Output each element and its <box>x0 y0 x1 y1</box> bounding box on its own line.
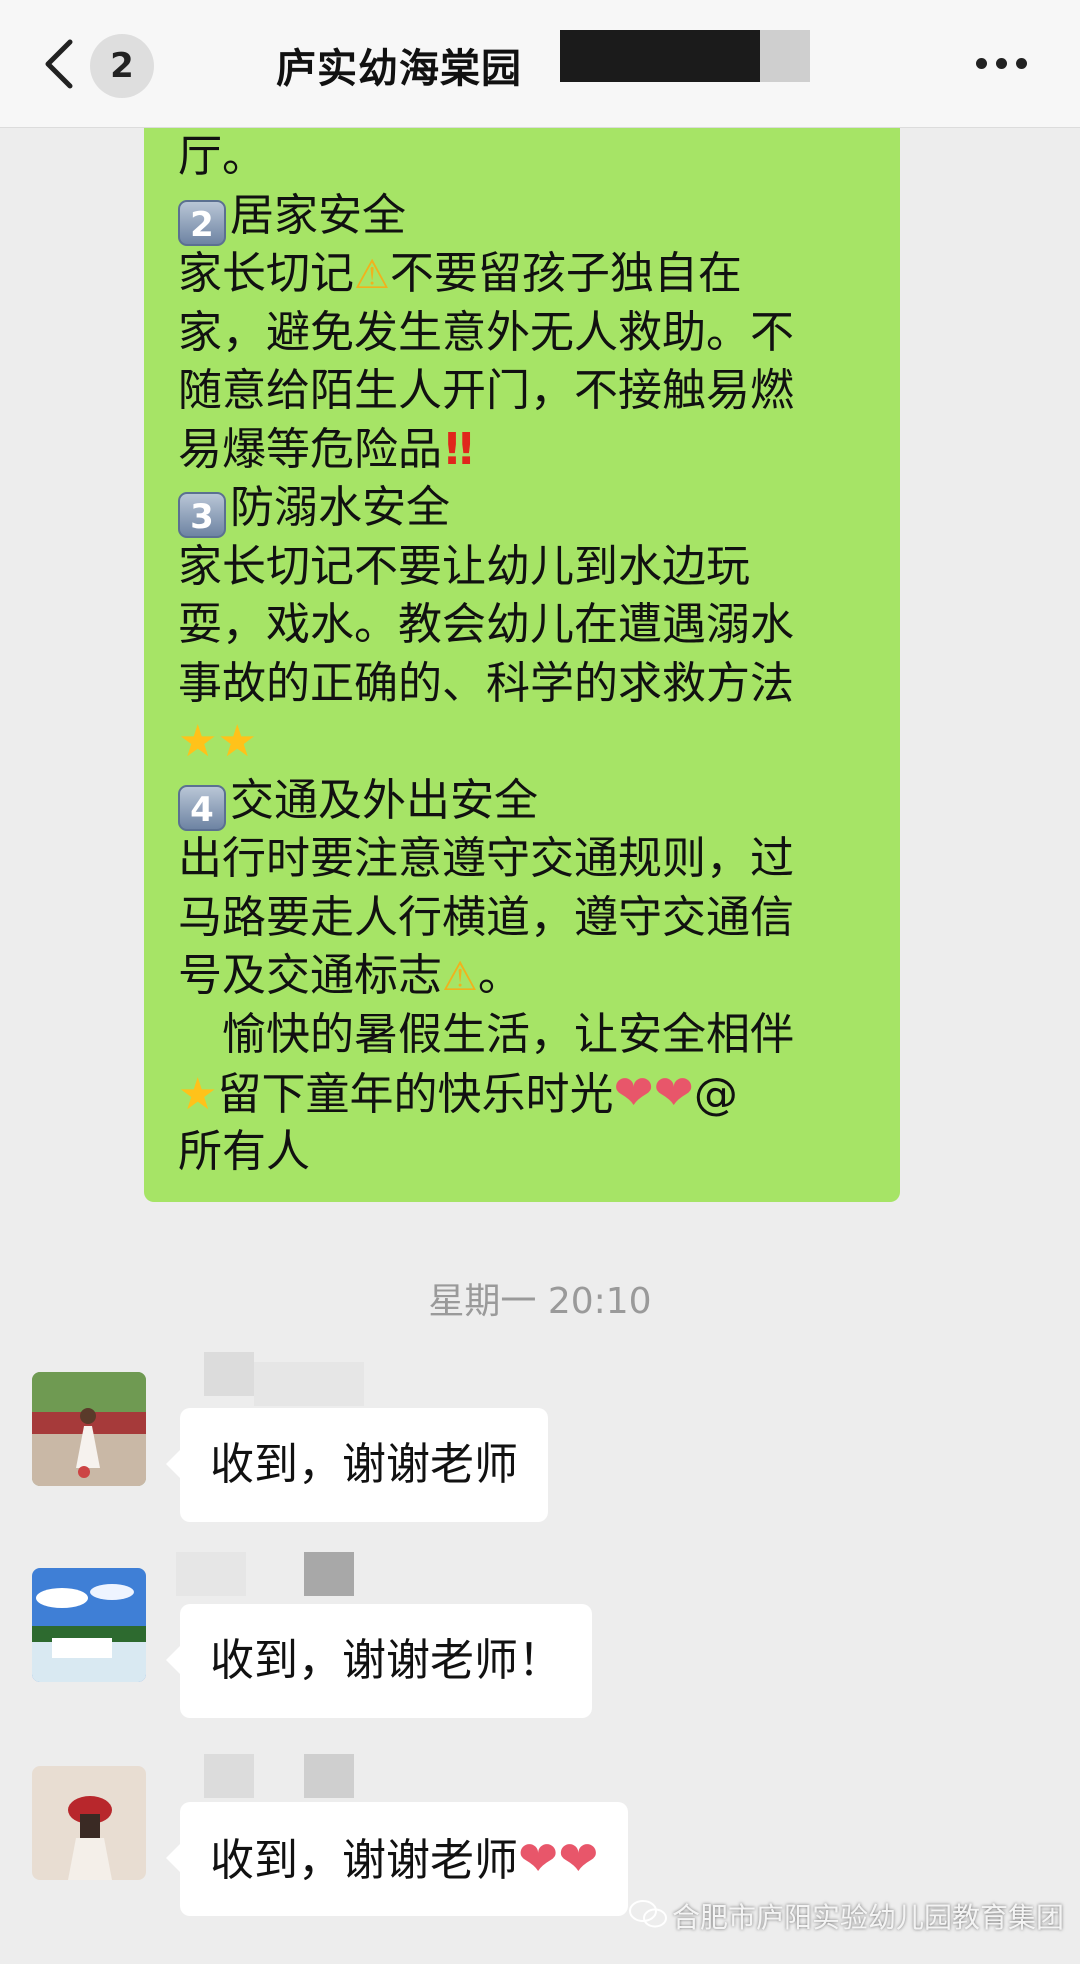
sender-name-redaction <box>204 1754 254 1798</box>
sender-name-redaction <box>176 1552 246 1596</box>
heart-icon: ❤ <box>613 1065 654 1121</box>
unread-count-badge[interactable]: 2 <box>90 34 154 98</box>
message-line: 事故的正确的、科学的求救方法 <box>178 657 794 709</box>
reply-bubble[interactable]: 收到，谢谢老师 <box>166 1408 548 1522</box>
back-chevron-icon[interactable] <box>40 36 80 92</box>
chat-title: 庐实幼海棠园 <box>276 46 522 92</box>
message-line: 马路要走人行横道，遵守交通信 <box>178 891 794 943</box>
message-line: 家长切记不要让幼儿到水边玩 <box>178 540 750 592</box>
sender-name-redaction <box>254 1362 364 1406</box>
sender-name-redaction <box>204 1352 254 1396</box>
star-icon: ★ <box>178 1069 218 1120</box>
message-line: 随意给陌生人开门，不接触易燃 <box>178 365 794 416</box>
warning-icon: ⚠ <box>442 954 478 1000</box>
message-line: 所有人 <box>178 1125 310 1177</box>
title-redaction <box>560 30 760 82</box>
chat-header: 2 庐实幼海棠园 <box>0 0 1080 128</box>
avatar-waterfall-icon <box>32 1568 146 1682</box>
message-line: 号及交通标志⚠。 <box>178 947 870 1006</box>
keycap-3-icon: 3 <box>178 492 226 538</box>
message-line: 家，避免发生意外无人救助。不 <box>178 306 794 358</box>
avatar-girl-red-hat-icon <box>32 1766 146 1880</box>
heart-icon: ❤ <box>653 1065 694 1121</box>
title-redaction-light <box>760 30 810 82</box>
watermark: 合肥市庐阳实验幼儿园教育集团 <box>672 1901 1065 1934</box>
wechat-logo-icon <box>629 1900 667 1928</box>
message-line: 4 交通及外出安全 <box>178 772 870 831</box>
sent-message-bubble[interactable]: 厅。 2 居家安全 家长切记⚠不要留孩子独自在 家，避免发生意外无人救助。不 随意… <box>144 128 900 1202</box>
sender-name-redaction <box>304 1754 354 1798</box>
keycap-2-icon: 2 <box>178 199 226 246</box>
message-line: 3 防溺水安全 <box>178 479 870 538</box>
warning-icon: ⚠ <box>354 252 390 298</box>
reply-bubble[interactable]: 收到，谢谢老师！ <box>166 1604 592 1718</box>
message-line: 耍，戏水。教会幼儿在遭遇溺水 <box>178 599 794 650</box>
keycap-4-icon: 4 <box>178 784 226 831</box>
message-line: 出行时要注意遵守交通规则，过 <box>178 833 794 884</box>
message-line: 易爆等危险品!! <box>178 421 870 480</box>
message-line: 2 居家安全 <box>178 187 870 246</box>
avatar[interactable] <box>32 1766 146 1880</box>
avatar[interactable] <box>32 1372 146 1486</box>
star-icon: ★ <box>217 716 257 767</box>
message-line: ★★ <box>178 713 870 772</box>
avatar[interactable] <box>32 1568 146 1682</box>
message-line: 厅。 <box>178 131 266 182</box>
double-exclamation-icon: !! <box>442 423 476 475</box>
message-line: 家长切记⚠不要留孩子独自在 <box>178 245 870 304</box>
reply-bubble[interactable]: 收到，谢谢老师❤❤ <box>165 1802 629 1916</box>
sender-name-redaction <box>304 1552 354 1596</box>
message-line: 愉快的暑假生活，让安全相伴 <box>222 1008 794 1060</box>
avatar-girl-white-dress-icon <box>32 1372 146 1486</box>
message-line: ★留下童年的快乐时光❤❤@ <box>178 1064 870 1123</box>
star-icon: ★ <box>178 716 218 767</box>
heart-icon: ❤ <box>518 1831 559 1887</box>
message-timestamp: 星期一 20:10 <box>428 1281 652 1322</box>
heart-icon: ❤ <box>558 1831 599 1887</box>
more-options-icon[interactable] <box>974 56 1030 72</box>
